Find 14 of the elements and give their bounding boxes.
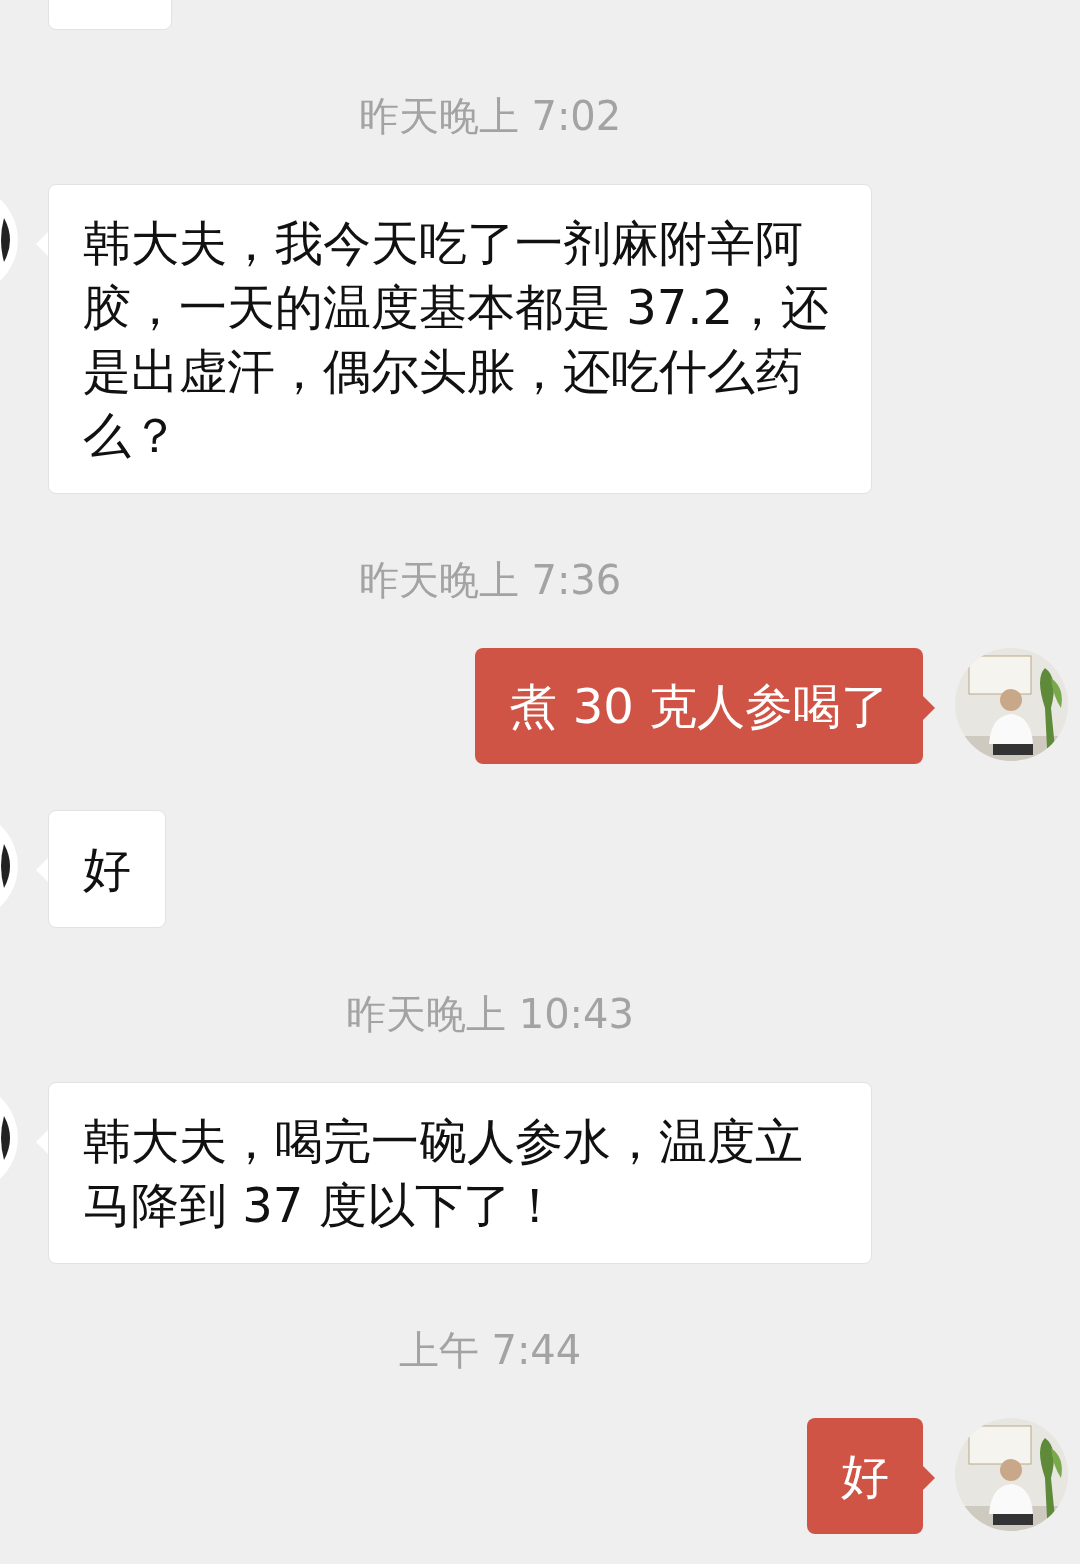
message-bubble: 好: [48, 810, 166, 928]
timestamp: 昨天晚上 10:43: [346, 994, 634, 1034]
timestamp: 上午 7:44: [398, 1330, 582, 1370]
bubble-tail: [923, 696, 935, 720]
message-bubble: 韩大夫，喝完一碗人参水，温度立马降到 37 度以下了！: [48, 1082, 872, 1264]
bubble-tail: [36, 232, 48, 256]
message-bubble: 韩大夫，我今天吃了一剂麻附辛阿胶，一天的温度基本都是 37.2，还是出虚汗，偶尔头胀，还吃什么药么？: [48, 184, 872, 494]
message-bubble: 好: [807, 1418, 923, 1534]
bubble-tail: [923, 1466, 935, 1490]
bubble-tail: [36, 858, 48, 882]
bubble-tail: [36, 1130, 48, 1154]
message-bubble: 煮 30 克人参喝了: [475, 648, 923, 764]
timestamp: 昨天晚上 7:02: [358, 96, 622, 136]
timestamp: 昨天晚上 7:36: [358, 560, 622, 600]
